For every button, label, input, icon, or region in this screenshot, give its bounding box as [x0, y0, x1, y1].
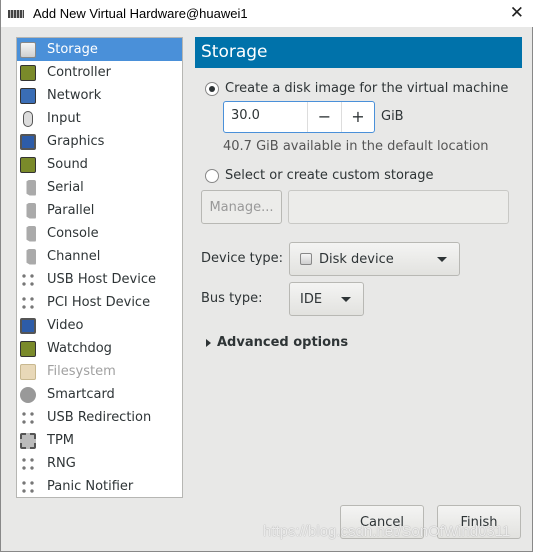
monitor-icon	[20, 133, 36, 150]
sidebar-item-label: TPM	[47, 433, 74, 448]
sidebar-item-network[interactable]: Network	[17, 84, 182, 107]
device-type-value: Disk device	[319, 251, 394, 267]
usb-icon	[20, 409, 36, 426]
bus-type-value: IDE	[300, 291, 323, 307]
dropdown-arrow-icon	[437, 257, 447, 262]
port-icon	[20, 179, 36, 196]
sidebar-item-label: Panic Notifier	[47, 479, 134, 494]
device-type-dropdown[interactable]: Disk device	[289, 242, 460, 276]
port-icon	[20, 202, 36, 219]
card-icon	[20, 340, 36, 357]
disk-icon	[20, 41, 36, 58]
page-title: Storage	[195, 37, 522, 68]
sidebar-item-label: Input	[47, 111, 81, 126]
usb-icon	[20, 294, 36, 311]
sidebar-item-sound[interactable]: Sound	[17, 153, 182, 176]
sidebar-item-label: Controller	[47, 65, 111, 80]
sidebar-item-label: Channel	[47, 249, 101, 264]
sidebar-item-watchdog[interactable]: Watchdog	[17, 337, 182, 360]
sidebar-item-controller[interactable]: Controller	[17, 61, 182, 84]
device-type-label: Device type:	[201, 251, 284, 266]
sidebar-item-label: Sound	[47, 157, 88, 172]
sidebar-item-channel[interactable]: Channel	[17, 245, 182, 268]
advanced-options-expander[interactable]: Advanced options	[206, 335, 348, 350]
expander-arrow-icon	[206, 338, 211, 347]
create-disk-radio[interactable]: Create a disk image for the virtual mach…	[205, 81, 508, 96]
radio-checked-icon	[205, 81, 219, 96]
port-icon	[20, 248, 36, 265]
manage-button[interactable]: Manage...	[201, 190, 282, 224]
sidebar-item-smartcard[interactable]: Smartcard	[17, 383, 182, 406]
usb-icon	[20, 478, 36, 495]
create-disk-label: Create a disk image for the virtual mach…	[225, 81, 509, 96]
available-space: 40.7 GiB available in the default locati…	[223, 139, 489, 154]
hardware-list[interactable]: Storage Controller Network Input Graphics Sou…	[16, 37, 183, 498]
sidebar-item-usb-host-device[interactable]: USB Host Device	[17, 268, 182, 291]
sidebar-item-label: Serial	[47, 180, 84, 195]
port-icon	[20, 225, 36, 242]
monitor-icon	[20, 317, 36, 334]
title-bar: Add New Virtual Hardware@huawei1 ✕	[1, 0, 533, 27]
custom-storage-radio[interactable]: Select or create custom storage	[205, 168, 433, 183]
increment-button[interactable]: +	[341, 102, 374, 132]
sidebar-item-label: Smartcard	[47, 387, 115, 402]
size-unit: GiB	[381, 109, 404, 124]
sidebar-item-label: PCI Host Device	[47, 295, 151, 310]
disk-size-stepper[interactable]: 30.0 − +	[223, 101, 375, 133]
usb-icon	[20, 455, 36, 472]
sidebar-item-storage[interactable]: Storage	[17, 38, 182, 61]
sidebar-item-rng[interactable]: RNG	[17, 452, 182, 475]
network-icon	[20, 87, 36, 104]
sidebar-item-label: Filesystem	[47, 364, 116, 379]
sidebar-item-panic-notifier[interactable]: Panic Notifier	[17, 475, 182, 498]
radio-unchecked-icon	[205, 168, 219, 183]
custom-storage-path-input[interactable]	[288, 190, 509, 224]
sidebar-item-serial[interactable]: Serial	[17, 176, 182, 199]
chip-icon	[20, 432, 36, 449]
decrement-button[interactable]: −	[308, 102, 341, 132]
sidebar-item-pci-host-device[interactable]: PCI Host Device	[17, 291, 182, 314]
app-icon	[8, 9, 24, 18]
watermark: https://blog.csdn.net/SonOfWind0311	[263, 523, 511, 540]
folder-icon	[20, 363, 36, 380]
bus-type-dropdown[interactable]: IDE	[289, 282, 364, 316]
card-icon	[20, 64, 36, 81]
card-icon	[20, 156, 36, 173]
window-title: Add New Virtual Hardware@huawei1	[33, 6, 248, 21]
sidebar-item-filesystem[interactable]: Filesystem	[17, 360, 182, 383]
sidebar-item-label: Watchdog	[47, 341, 112, 356]
sidebar-item-usb-redirection[interactable]: USB Redirection	[17, 406, 182, 429]
bus-type-label: Bus type:	[201, 291, 263, 306]
sidebar-item-label: Graphics	[47, 134, 105, 149]
sidebar-item-label: Storage	[47, 42, 98, 57]
disk-icon	[300, 253, 312, 265]
sidebar-item-label: Console	[47, 226, 99, 241]
sidebar-item-label: USB Redirection	[47, 410, 152, 425]
sidebar-item-input[interactable]: Input	[17, 107, 182, 130]
sidebar-item-label: Parallel	[47, 203, 95, 218]
sidebar-item-label: RNG	[47, 456, 76, 471]
sidebar-item-tpm[interactable]: TPM	[17, 429, 182, 452]
mouse-icon	[23, 110, 33, 127]
dropdown-arrow-icon	[341, 297, 351, 302]
sidebar-item-label: Network	[47, 88, 102, 103]
smartcard-icon	[20, 386, 36, 403]
sidebar-item-graphics[interactable]: Graphics	[17, 130, 182, 153]
sidebar-item-console[interactable]: Console	[17, 222, 182, 245]
sidebar-item-label: USB Host Device	[47, 272, 157, 287]
advanced-options-label: Advanced options	[217, 335, 349, 350]
usb-icon	[20, 271, 36, 288]
sidebar-item-parallel[interactable]: Parallel	[17, 199, 182, 222]
sidebar-item-video[interactable]: Video	[17, 314, 182, 337]
close-icon[interactable]: ✕	[510, 3, 524, 23]
sidebar-item-label: Video	[47, 318, 84, 333]
disk-size-input[interactable]: 30.0	[224, 102, 308, 132]
custom-storage-label: Select or create custom storage	[225, 168, 434, 183]
